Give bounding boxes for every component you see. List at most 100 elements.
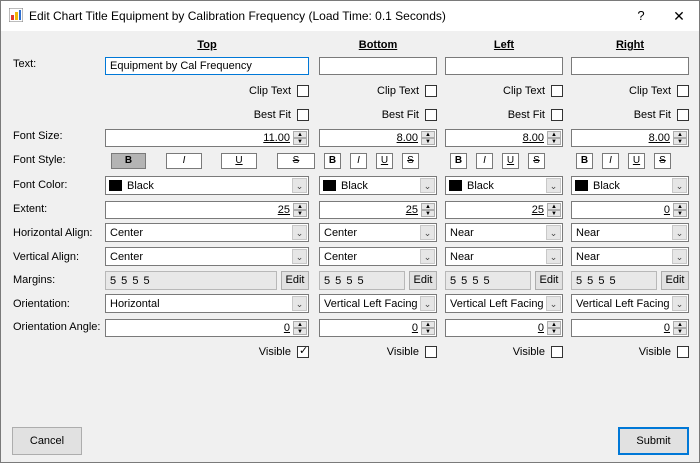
- bold-button-left[interactable]: B: [450, 153, 467, 169]
- spin-down-icon[interactable]: ▼: [293, 138, 307, 145]
- spin-down-icon[interactable]: ▼: [421, 138, 435, 145]
- chevron-down-icon[interactable]: ⌄: [420, 178, 435, 193]
- margins-edit-button-left[interactable]: Edit: [535, 271, 563, 290]
- chevron-down-icon[interactable]: ⌄: [420, 296, 435, 311]
- horizontal-align-combo-left[interactable]: Near ⌄: [445, 223, 563, 242]
- spin-down-icon[interactable]: ▼: [293, 328, 307, 335]
- spin-up-icon[interactable]: ▲: [293, 203, 307, 210]
- italic-button-left[interactable]: I: [476, 153, 493, 169]
- font-color-combo-left[interactable]: Black ⌄: [445, 176, 563, 195]
- text-input-left[interactable]: [445, 57, 563, 75]
- best-fit-checkbox-left[interactable]: [551, 109, 563, 121]
- spin-up-icon[interactable]: ▲: [293, 131, 307, 138]
- extent-spinner-bottom[interactable]: 25 ▲ ▼: [319, 201, 437, 219]
- strike-button-bottom[interactable]: S: [402, 153, 419, 169]
- clip-text-checkbox-top[interactable]: [297, 85, 309, 97]
- font-size-spinner-top[interactable]: 11.00 ▲ ▼: [105, 129, 309, 147]
- vertical-align-combo-right[interactable]: Near ⌄: [571, 247, 689, 266]
- text-input-right[interactable]: [571, 57, 689, 75]
- best-fit-checkbox-bottom[interactable]: [425, 109, 437, 121]
- clip-text-checkbox-bottom[interactable]: [425, 85, 437, 97]
- spin-up-icon[interactable]: ▲: [547, 203, 561, 210]
- spin-up-icon[interactable]: ▲: [293, 321, 307, 328]
- chevron-down-icon[interactable]: ⌄: [420, 249, 435, 264]
- italic-button-bottom[interactable]: I: [350, 153, 367, 169]
- margins-edit-button-bottom[interactable]: Edit: [409, 271, 437, 290]
- best-fit-checkbox-right[interactable]: [677, 109, 689, 121]
- font-color-combo-bottom[interactable]: Black ⌄: [319, 176, 437, 195]
- extent-spinner-left[interactable]: 25 ▲ ▼: [445, 201, 563, 219]
- spin-down-icon[interactable]: ▼: [293, 210, 307, 217]
- chevron-down-icon[interactable]: ⌄: [672, 225, 687, 240]
- chevron-down-icon[interactable]: ⌄: [546, 178, 561, 193]
- orientation-angle-spinner-bottom[interactable]: 0 ▲ ▼: [319, 319, 437, 337]
- strike-button-left[interactable]: S: [528, 153, 545, 169]
- chevron-down-icon[interactable]: ⌄: [546, 225, 561, 240]
- spin-down-icon[interactable]: ▼: [547, 210, 561, 217]
- italic-button-top[interactable]: I: [166, 153, 202, 169]
- orientation-angle-spinner-left[interactable]: 0 ▲ ▼: [445, 319, 563, 337]
- underline-button-left[interactable]: U: [502, 153, 519, 169]
- chevron-down-icon[interactable]: ⌄: [672, 296, 687, 311]
- visible-checkbox-left[interactable]: [551, 346, 563, 358]
- extent-spinner-right[interactable]: 0 ▲ ▼: [571, 201, 689, 219]
- orientation-combo-right[interactable]: Vertical Left Facing ⌄: [571, 294, 689, 313]
- underline-button-bottom[interactable]: U: [376, 153, 393, 169]
- spin-down-icon[interactable]: ▼: [547, 328, 561, 335]
- strike-button-right[interactable]: S: [654, 153, 671, 169]
- cancel-button[interactable]: Cancel: [12, 427, 82, 455]
- text-input-bottom[interactable]: [319, 57, 437, 75]
- chevron-down-icon[interactable]: ⌄: [672, 178, 687, 193]
- close-icon[interactable]: ✕: [659, 1, 699, 31]
- orientation-angle-spinner-right[interactable]: 0 ▲ ▼: [571, 319, 689, 337]
- chevron-down-icon[interactable]: ⌄: [546, 249, 561, 264]
- bold-button-bottom[interactable]: B: [324, 153, 341, 169]
- strike-button-top[interactable]: S: [277, 153, 315, 169]
- horizontal-align-combo-right[interactable]: Near ⌄: [571, 223, 689, 242]
- best-fit-checkbox-top[interactable]: [297, 109, 309, 121]
- underline-button-top[interactable]: U: [221, 153, 257, 169]
- font-color-combo-top[interactable]: Black ⌄: [105, 176, 309, 195]
- horizontal-align-combo-bottom[interactable]: Center ⌄: [319, 223, 437, 242]
- clip-text-checkbox-left[interactable]: [551, 85, 563, 97]
- horizontal-align-combo-top[interactable]: Center ⌄: [105, 223, 309, 242]
- spin-up-icon[interactable]: ▲: [673, 131, 687, 138]
- chevron-down-icon[interactable]: ⌄: [672, 249, 687, 264]
- spin-down-icon[interactable]: ▼: [673, 138, 687, 145]
- spin-down-icon[interactable]: ▼: [421, 210, 435, 217]
- margins-edit-button-top[interactable]: Edit: [281, 271, 309, 290]
- visible-checkbox-right[interactable]: [677, 346, 689, 358]
- spin-up-icon[interactable]: ▲: [673, 321, 687, 328]
- bold-button-right[interactable]: B: [576, 153, 593, 169]
- spin-up-icon[interactable]: ▲: [421, 203, 435, 210]
- spin-up-icon[interactable]: ▲: [547, 131, 561, 138]
- chevron-down-icon[interactable]: ⌄: [292, 225, 307, 240]
- clip-text-checkbox-right[interactable]: [677, 85, 689, 97]
- margins-edit-button-right[interactable]: Edit: [661, 271, 689, 290]
- chevron-down-icon[interactable]: ⌄: [292, 249, 307, 264]
- visible-checkbox-bottom[interactable]: [425, 346, 437, 358]
- chevron-down-icon[interactable]: ⌄: [420, 225, 435, 240]
- spin-down-icon[interactable]: ▼: [673, 328, 687, 335]
- spin-up-icon[interactable]: ▲: [673, 203, 687, 210]
- orientation-angle-spinner-top[interactable]: 0 ▲ ▼: [105, 319, 309, 337]
- orientation-combo-top[interactable]: Horizontal ⌄: [105, 294, 309, 313]
- visible-checkbox-top[interactable]: ✓: [297, 345, 309, 358]
- submit-button[interactable]: Submit: [618, 427, 689, 455]
- orientation-combo-left[interactable]: Vertical Left Facing ⌄: [445, 294, 563, 313]
- help-button[interactable]: ?: [621, 1, 661, 31]
- spin-up-icon[interactable]: ▲: [421, 321, 435, 328]
- font-size-spinner-bottom[interactable]: 8.00 ▲ ▼: [319, 129, 437, 147]
- spin-down-icon[interactable]: ▼: [673, 210, 687, 217]
- text-input-top[interactable]: Equipment by Cal Frequency: [105, 57, 309, 75]
- underline-button-right[interactable]: U: [628, 153, 645, 169]
- spin-up-icon[interactable]: ▲: [421, 131, 435, 138]
- vertical-align-combo-bottom[interactable]: Center ⌄: [319, 247, 437, 266]
- orientation-combo-bottom[interactable]: Vertical Left Facing ⌄: [319, 294, 437, 313]
- italic-button-right[interactable]: I: [602, 153, 619, 169]
- chevron-down-icon[interactable]: ⌄: [292, 178, 307, 193]
- spin-down-icon[interactable]: ▼: [547, 138, 561, 145]
- chevron-down-icon[interactable]: ⌄: [546, 296, 561, 311]
- extent-spinner-top[interactable]: 25 ▲ ▼: [105, 201, 309, 219]
- vertical-align-combo-top[interactable]: Center ⌄: [105, 247, 309, 266]
